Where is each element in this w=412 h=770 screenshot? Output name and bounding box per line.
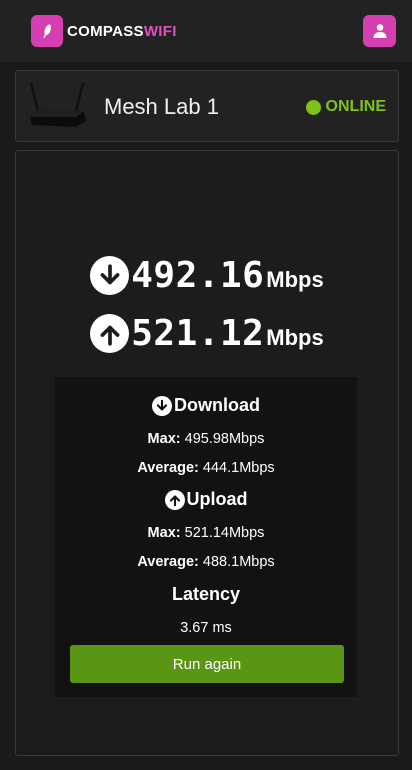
download-speed-row: 492.16 Mbps [16,255,398,296]
brand-name-part-2: WIFI [143,22,177,40]
status-dot-icon [305,99,321,115]
app-header: COMPASSWIFI [0,0,412,62]
download-stats-title: Download [174,395,260,415]
status-text: ONLINE [325,98,386,115]
latency-value: 3.67 ms [180,620,232,636]
user-icon [373,24,386,38]
arrow-down-icon [152,395,172,416]
device-name: Mesh Lab 1 [104,94,219,119]
download-stats-heading: Download [55,395,357,416]
latency-title: Latency [171,584,241,604]
run-again-button[interactable]: Run again [70,645,344,683]
upload-average-value: 488.1Mbps [202,554,275,570]
download-average-line: Average: 444.1Mbps [55,460,357,476]
router-image [29,82,86,127]
feather-icon [31,15,63,47]
upload-speed-value: 521.12 [131,313,265,354]
arrow-down-icon [90,256,130,295]
arrow-up-icon [164,489,185,510]
arrow-up-icon [90,314,130,353]
brand-logo[interactable]: COMPASSWIFI [31,15,177,47]
upload-max-label: Max: [147,525,181,541]
upload-stats-heading: Upload [55,489,357,510]
brand-name-part-1: COMPASS [67,22,144,40]
download-max-value: 495.98Mbps [184,431,265,447]
download-max-line: Max: 495.98Mbps [55,431,357,447]
download-speed-value: 492.16 [131,255,265,296]
user-account-button[interactable] [363,15,396,47]
download-speed-unit: Mbps [266,266,324,292]
upload-max-value: 521.14Mbps [184,525,265,541]
upload-max-line: Max: 521.14Mbps [55,525,357,541]
upload-average-line: Average: 488.1Mbps [55,554,357,570]
brand-name: COMPASSWIFI [67,23,177,40]
download-max-label: Max: [147,431,181,447]
device-card[interactable]: Mesh Lab 1 ONLINE [15,70,399,142]
upload-speed-unit: Mbps [266,324,324,350]
download-average-label: Average: [137,460,199,476]
upload-average-label: Average: [137,554,199,570]
upload-speed-row: 521.12 Mbps [16,313,398,354]
status-badge: ONLINE [305,71,386,143]
stats-panel: Download Max: 495.98Mbps Average: 444.1M… [55,377,357,697]
upload-stats-title: Upload [186,489,248,509]
speed-test-card: 492.16 Mbps 521.12 Mbps Download Max: 49… [15,150,399,756]
download-average-value: 444.1Mbps [202,460,275,476]
